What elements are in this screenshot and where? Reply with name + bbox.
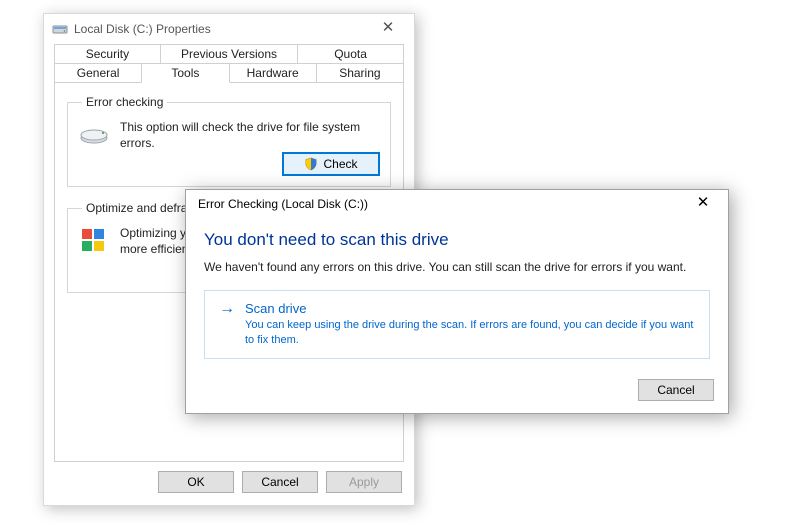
uac-shield-icon [304, 157, 318, 171]
properties-buttons: OK Cancel Apply [158, 471, 402, 493]
scan-drive-option[interactable]: → Scan drive You can keep using the driv… [204, 290, 710, 359]
error-checking-dialog: Error Checking (Local Disk (C:)) ✕ You d… [185, 189, 729, 414]
tab-tools[interactable]: Tools [141, 63, 229, 83]
scan-drive-desc: You can keep using the drive during the … [245, 318, 697, 348]
defrag-icon [78, 225, 110, 257]
properties-close-button[interactable]: ✕ [368, 17, 408, 41]
check-button[interactable]: Check [282, 152, 380, 176]
tab-quota[interactable]: Quota [297, 44, 404, 64]
tabs-row-bottom: General Tools Hardware Sharing [54, 63, 404, 83]
group-error-checking-text: This option will check the drive for fil… [120, 119, 380, 151]
error-checking-cancel-button[interactable]: Cancel [638, 379, 714, 401]
cancel-button[interactable]: Cancel [242, 471, 318, 493]
tab-security[interactable]: Security [54, 44, 161, 64]
tab-hardware[interactable]: Hardware [229, 63, 317, 83]
error-checking-titlebar: Error Checking (Local Disk (C:)) ✕ [186, 190, 728, 218]
properties-titlebar: Local Disk (C:) Properties ✕ [44, 14, 414, 44]
tab-previous-versions[interactable]: Previous Versions [160, 44, 298, 64]
group-error-checking-legend: Error checking [82, 95, 167, 109]
error-checking-close-button[interactable]: ✕ [682, 192, 724, 216]
error-checking-title: Error Checking (Local Disk (C:)) [198, 197, 368, 211]
drive-check-icon [78, 119, 110, 151]
tabs-row-top: Security Previous Versions Quota [54, 44, 404, 64]
arrow-right-icon: → [219, 301, 235, 348]
group-error-checking: Error checking This option will check th… [67, 95, 391, 187]
check-button-label: Check [323, 157, 357, 171]
error-checking-heading: You don't need to scan this drive [204, 230, 710, 250]
disk-icon [52, 21, 68, 37]
tab-general[interactable]: General [54, 63, 142, 83]
apply-button: Apply [326, 471, 402, 493]
properties-title: Local Disk (C:) Properties [74, 22, 211, 36]
ok-button[interactable]: OK [158, 471, 234, 493]
scan-drive-title: Scan drive [245, 301, 697, 316]
tab-sharing[interactable]: Sharing [316, 63, 404, 83]
error-checking-message: We haven't found any errors on this driv… [204, 260, 710, 274]
